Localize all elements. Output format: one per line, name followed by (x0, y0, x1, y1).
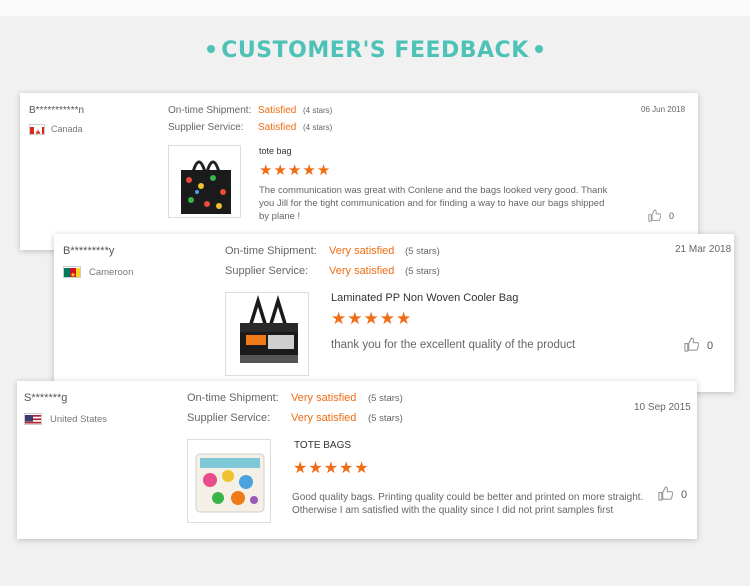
shipment-stars: (5 stars) (405, 246, 440, 257)
thumbs-up-icon (658, 486, 674, 501)
reviewer-country: Cameroon (89, 267, 134, 278)
review-date: 10 Sep 2015 (634, 402, 691, 413)
shipment-stars: (5 stars) (368, 393, 403, 404)
star-icon: ★ (302, 162, 317, 179)
thumbs-up-icon (684, 337, 700, 352)
star-icon: ★ (396, 309, 413, 328)
review-card: B*********y Cameroon On-time Shipment: V… (54, 234, 734, 392)
review-comment: thank you for the excellent quality of t… (331, 339, 576, 351)
star-rating: ★★★★★ (259, 161, 331, 179)
service-label: Supplier Service: (168, 122, 244, 133)
product-thumbnail[interactable] (187, 439, 271, 523)
star-icon: ★ (331, 309, 348, 328)
review-date: 06 Jun 2018 (641, 105, 686, 114)
reviewer-name: B***********n (29, 105, 85, 116)
review-date: 21 Mar 2018 (675, 244, 732, 255)
usa-flag-icon (24, 413, 42, 425)
service-stars: (4 stars) (303, 123, 333, 132)
service-rating: Very satisfied (329, 265, 395, 277)
reviewer-country: Canada (51, 124, 83, 134)
canada-flag-icon (29, 124, 45, 135)
shipment-rating: Very satisfied (291, 392, 357, 404)
shipment-label: On-time Shipment: (187, 392, 279, 404)
heading-text: CUSTOMER'S FEEDBACK (221, 38, 529, 63)
heading-dot-right (534, 45, 543, 53)
service-rating: Satisfied (258, 122, 297, 133)
like-button[interactable]: 0 (648, 209, 674, 222)
review-card: S*******g United States On-time Shipment… (17, 381, 697, 539)
star-rating: ★★★★★ (331, 309, 412, 329)
product-name[interactable]: TOTE BAGS (294, 440, 351, 451)
star-icon: ★ (379, 309, 396, 328)
section-heading: CUSTOMER'S FEEDBACK (0, 38, 750, 63)
star-icon: ★ (339, 460, 355, 477)
shipment-rating: Satisfied (258, 105, 297, 116)
shipment-label: On-time Shipment: (168, 105, 252, 116)
heading-dot-left (207, 45, 216, 53)
review-comment: The communication was great with Conlene… (259, 185, 608, 222)
reviewer-name: B*********y (63, 245, 115, 257)
review-card: B***********n Canada On-time Shipment: S… (20, 93, 698, 250)
service-stars: (5 stars) (405, 266, 440, 277)
star-icon: ★ (287, 162, 303, 179)
thumbs-up-icon (648, 209, 662, 222)
like-count: 0 (707, 340, 714, 352)
service-label: Supplier Service: (225, 265, 309, 277)
service-label: Supplier Service: (187, 412, 271, 424)
product-name[interactable]: Laminated PP Non Woven Cooler Bag (331, 292, 518, 304)
cameroon-flag-icon (63, 266, 81, 278)
reviewer-country: United States (50, 414, 108, 425)
star-icon: ★ (293, 460, 309, 477)
star-rating: ★★★★★ (293, 458, 370, 478)
like-button[interactable]: 0 (658, 486, 687, 501)
star-icon: ★ (273, 162, 288, 179)
service-stars: (5 stars) (368, 413, 403, 424)
star-icon: ★ (308, 460, 324, 477)
shipment-rating: Very satisfied (329, 245, 395, 257)
service-rating: Very satisfied (291, 412, 357, 424)
like-count: 0 (681, 489, 688, 501)
star-icon: ★ (323, 460, 340, 477)
star-icon: ★ (259, 162, 274, 179)
product-name[interactable]: tote bag (259, 146, 292, 156)
product-thumbnail[interactable] (225, 292, 309, 376)
shipment-stars: (4 stars) (303, 106, 333, 115)
shipment-label: On-time Shipment: (225, 245, 317, 257)
like-count: 0 (669, 211, 675, 221)
product-thumbnail[interactable] (168, 145, 241, 218)
review-comment: Good quality bags. Printing quality coul… (292, 492, 644, 516)
star-icon: ★ (354, 460, 370, 477)
like-button[interactable]: 0 (684, 337, 713, 352)
reviewer-name: S*******g (24, 392, 68, 404)
star-icon: ★ (347, 309, 364, 328)
star-icon: ★ (363, 309, 380, 328)
star-icon: ★ (316, 162, 332, 179)
top-strip (0, 0, 750, 16)
